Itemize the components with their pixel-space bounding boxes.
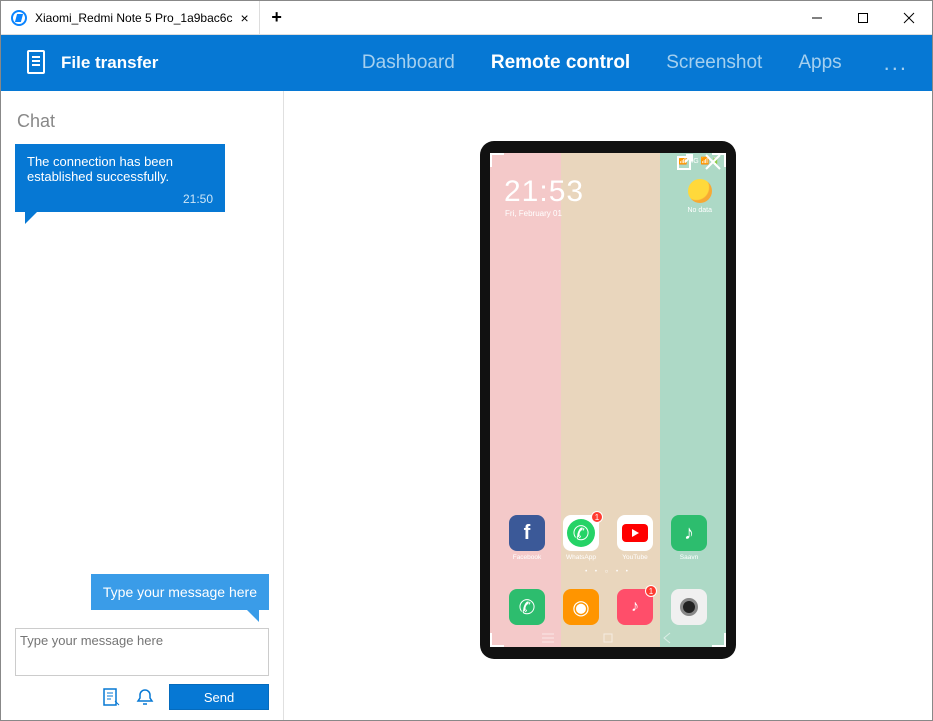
main-area: Chat The connection has been established…: [1, 91, 932, 720]
close-overlay-icon[interactable]: [704, 153, 722, 171]
app-label: YouTube: [622, 554, 648, 561]
send-button[interactable]: Send: [169, 684, 269, 710]
remote-viewport: 📶 4G 📶 🔋 21:53 Fri, February 01 No data …: [284, 91, 932, 720]
minimize-button[interactable]: [794, 1, 840, 34]
chat-message-text: The connection has been established succ…: [27, 154, 213, 184]
facebook-icon: f: [509, 515, 545, 551]
page-indicator: • • ○ • •: [490, 569, 726, 575]
nav-back-icon[interactable]: [661, 631, 675, 645]
weather-label: No data: [687, 207, 712, 214]
browser-icon: ◉: [563, 589, 599, 625]
crop-corner: [490, 153, 504, 167]
device-frame: 📶 4G 📶 🔋 21:53 Fri, February 01 No data …: [480, 141, 736, 659]
chat-message-time: 21:50: [27, 192, 213, 206]
sun-icon: [688, 179, 712, 203]
chat-hint: Type your message here: [91, 574, 269, 610]
dock: ✆ ◉ ♪1: [490, 589, 726, 625]
camera-icon: [671, 589, 707, 625]
window-titlebar: Xiaomi_Redmi Note 5 Pro_1a9bac6c × +: [1, 1, 932, 35]
app-label: Saavn: [680, 554, 698, 561]
home-apps: f Facebook ✆1 WhatsApp YouTube ♪ Saavn: [490, 515, 726, 561]
nav-menu-icon[interactable]: [541, 631, 555, 645]
app-saavn[interactable]: ♪ Saavn: [662, 515, 716, 561]
window-controls: [794, 1, 932, 34]
dock-phone[interactable]: ✆: [500, 589, 554, 625]
chat-input[interactable]: [15, 628, 269, 676]
chat-heading: Chat: [15, 111, 269, 132]
app-youtube[interactable]: YouTube: [608, 515, 662, 561]
app-whatsapp[interactable]: ✆1 WhatsApp: [554, 515, 608, 561]
close-tab-icon[interactable]: ×: [240, 10, 248, 26]
file-transfer-icon: [25, 50, 47, 76]
tab-apps[interactable]: Apps: [798, 52, 841, 74]
weather-widget[interactable]: No data: [687, 179, 712, 214]
tab-remote-control[interactable]: Remote control: [491, 52, 630, 74]
chat-panel: Chat The connection has been established…: [1, 91, 284, 720]
chat-message: The connection has been established succ…: [15, 144, 225, 212]
device-screen[interactable]: 📶 4G 📶 🔋 21:53 Fri, February 01 No data …: [490, 153, 726, 647]
badge: 1: [645, 585, 657, 597]
app-label: WhatsApp: [566, 554, 596, 561]
close-window-button[interactable]: [886, 1, 932, 34]
add-tab-button[interactable]: +: [260, 1, 294, 34]
chat-actions: Send: [15, 684, 269, 710]
maximize-button[interactable]: [840, 1, 886, 34]
app-facebook[interactable]: f Facebook: [500, 515, 554, 561]
tab-screenshot[interactable]: Screenshot: [666, 52, 762, 74]
popout-icon[interactable]: [676, 153, 694, 171]
phone-icon: ✆: [509, 589, 545, 625]
youtube-icon: [617, 515, 653, 551]
dock-browser[interactable]: ◉: [554, 589, 608, 625]
whatsapp-icon: ✆1: [563, 515, 599, 551]
saavn-icon: ♪: [671, 515, 707, 551]
badge: 1: [591, 511, 603, 523]
music-icon: ♪1: [617, 589, 653, 625]
tab-more[interactable]: ...: [878, 50, 908, 76]
dock-camera[interactable]: [662, 589, 716, 625]
main-toolbar: File transfer Dashboard Remote control S…: [1, 35, 932, 91]
android-navbar: [490, 631, 726, 645]
tab-dashboard[interactable]: Dashboard: [362, 52, 455, 74]
nudge-icon[interactable]: [135, 687, 155, 707]
teamviewer-icon: [11, 10, 27, 26]
nav-tabs: Dashboard Remote control Screenshot Apps…: [362, 50, 908, 76]
nav-home-icon[interactable]: [601, 631, 615, 645]
app-label: Facebook: [513, 554, 542, 561]
file-transfer-button[interactable]: File transfer: [61, 53, 158, 73]
attach-file-icon[interactable]: [101, 687, 121, 707]
session-tab[interactable]: Xiaomi_Redmi Note 5 Pro_1a9bac6c ×: [1, 1, 260, 34]
tab-title: Xiaomi_Redmi Note 5 Pro_1a9bac6c: [35, 11, 232, 25]
dock-music[interactable]: ♪1: [608, 589, 662, 625]
